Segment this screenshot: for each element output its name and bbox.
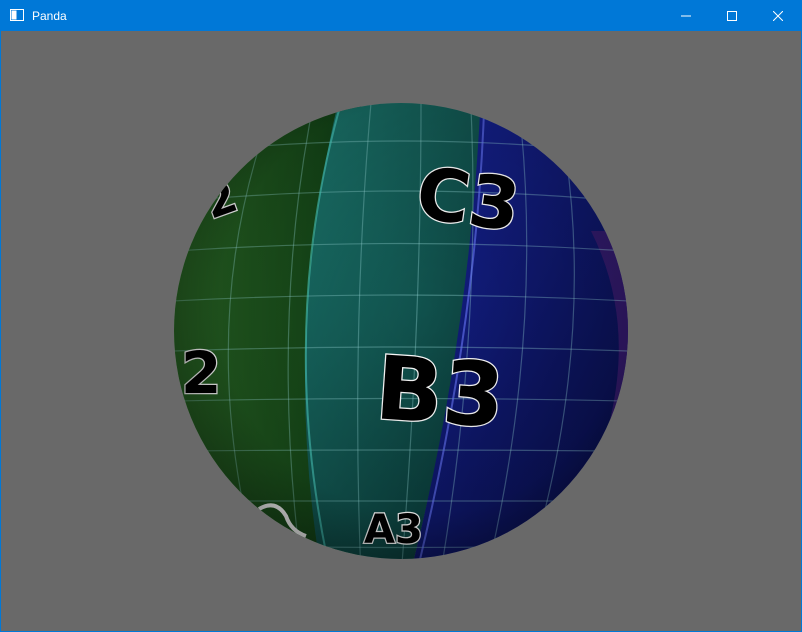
- sphere-shading: [174, 103, 628, 559]
- app-icon: [10, 9, 24, 21]
- close-button[interactable]: [755, 1, 801, 31]
- sphere: C3 B3 A3 2 2: [174, 103, 628, 559]
- maximize-button[interactable]: [709, 1, 755, 31]
- window-title: Panda: [32, 9, 67, 23]
- maximize-icon: [727, 11, 737, 21]
- title-bar[interactable]: Panda: [1, 1, 801, 31]
- minimize-icon: [681, 15, 691, 17]
- minimize-button[interactable]: [663, 1, 709, 31]
- sphere-scene: C3 B3 A3 2 2: [174, 103, 628, 559]
- close-icon: [773, 11, 783, 21]
- app-window: Panda: [0, 0, 802, 632]
- render-viewport[interactable]: C3 B3 A3 2 2: [1, 31, 801, 631]
